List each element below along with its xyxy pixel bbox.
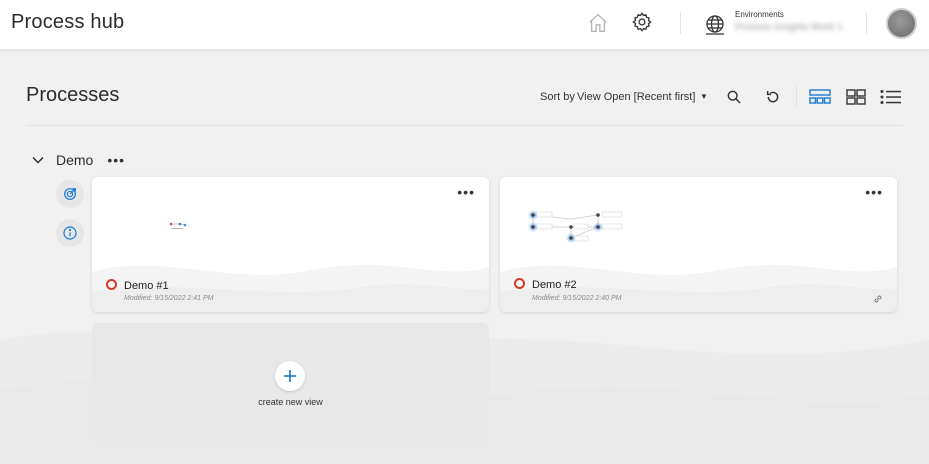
chevron-down-icon[interactable]: ▼	[700, 92, 708, 101]
sort-dropdown[interactable]: View Open [Recent first]	[577, 91, 695, 103]
environment-label: Environments	[735, 10, 784, 19]
app-title: Process hub	[11, 11, 125, 33]
grid-view-icon[interactable]	[845, 86, 867, 108]
globe-icon	[706, 15, 724, 35]
process-thumbnail	[169, 222, 187, 229]
home-icon[interactable]	[585, 10, 611, 36]
environment-value: Process Insights Work 1	[735, 22, 843, 33]
link-icon	[874, 295, 882, 303]
avatar[interactable]	[886, 8, 917, 39]
header-divider	[866, 12, 867, 34]
status-icon	[106, 279, 117, 290]
group-header: Demo •••	[30, 150, 125, 170]
card-view-icon[interactable]	[809, 86, 831, 108]
group-name: Demo	[56, 152, 94, 168]
settings-icon[interactable]	[629, 9, 655, 35]
status-icon	[514, 278, 525, 289]
card-title: Demo #2	[532, 279, 577, 291]
process-card[interactable]: ••• Demo #1 Modified: 9/15/2022 2:41 PM	[92, 177, 489, 312]
top-bar: Process hub Environments Process Insight…	[0, 0, 929, 50]
info-icon[interactable]	[56, 219, 84, 247]
process-thumbnail	[528, 210, 623, 243]
card-title: Demo #1	[124, 280, 169, 292]
toolbar: Sort by View Open [Recent first] ▼	[0, 84, 929, 110]
card-modified: Modified: 9/15/2022 2:40 PM	[532, 295, 622, 302]
chevron-down-icon[interactable]	[30, 152, 46, 168]
create-new-view-label: create new view	[258, 397, 323, 407]
more-icon[interactable]: •••	[865, 185, 883, 199]
list-view-icon[interactable]	[880, 86, 902, 108]
more-icon[interactable]: •••	[457, 185, 475, 199]
process-card[interactable]: ••• Demo #2 Modified: 9/15/2022 2:40 PM	[500, 177, 897, 312]
toolbar-divider	[796, 86, 797, 108]
header-divider	[680, 12, 681, 34]
search-icon[interactable]	[723, 86, 745, 108]
sort-label: Sort by	[540, 91, 575, 103]
section-divider	[26, 125, 903, 126]
card-modified: Modified: 9/15/2022 2:41 PM	[124, 295, 214, 302]
environment-selector[interactable]: Environments Process Insights Work 1	[703, 8, 853, 40]
plus-icon	[275, 361, 305, 391]
refresh-icon[interactable]	[762, 86, 784, 108]
more-icon[interactable]: •••	[107, 153, 125, 167]
create-new-view-button[interactable]: create new view	[92, 323, 489, 442]
target-icon[interactable]	[56, 180, 84, 208]
